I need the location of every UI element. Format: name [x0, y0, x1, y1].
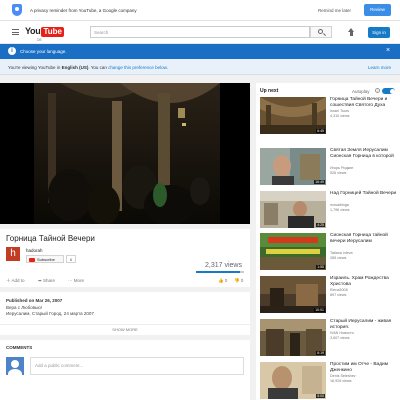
related-title[interactable]: Горница Тайной Вечери и сошествия Святог…: [330, 97, 400, 108]
view-count: 2,317 views: [205, 262, 242, 269]
privacy-message: A privacy reminder from YouTube, a Googl…: [30, 8, 137, 13]
video-player[interactable]: [0, 83, 250, 224]
video-duration: 1:55: [316, 265, 325, 269]
publish-date: Published on Mar 26, 2007: [6, 298, 63, 303]
related-video[interactable]: 4:25 Над Горницей Тайной Вечери mosaikfo…: [260, 191, 400, 228]
search-icon: [318, 29, 323, 34]
comments-section: COMMENTS Add a public comment...: [0, 340, 250, 400]
language-prompt-bar: i Choose your language. ×: [0, 44, 400, 59]
video-thumbnail[interactable]: 10:01: [260, 276, 326, 313]
user-avatar: [6, 357, 24, 375]
video-thumbnail[interactable]: 16:49: [260, 148, 326, 185]
related-title[interactable]: Израиль. Храм Рождества Христова: [330, 276, 400, 287]
video-frame: [0, 83, 250, 224]
video-duration: 6:19: [316, 351, 325, 355]
share-button[interactable]: ➦ Share: [38, 278, 55, 284]
up-next-heading: Up next: [260, 88, 279, 94]
video-duration: 10:01: [314, 308, 325, 312]
close-icon[interactable]: ×: [386, 47, 390, 54]
related-views: 285 views: [330, 256, 347, 260]
autoplay-label: Autoplay: [352, 89, 370, 94]
logo-tube-text: Tube: [41, 27, 64, 37]
related-title[interactable]: Над Горницей Тайной Вечери: [330, 191, 400, 197]
video-info-card: Горница Тайной Вечери h hadorah Subscrib…: [0, 229, 250, 287]
related-channel: IVAN Новости: [330, 331, 354, 335]
video-thumbnail[interactable]: 4:25: [260, 191, 326, 228]
shield-icon: [12, 4, 22, 16]
related-title[interactable]: Старый Иерусалим - живая история.: [330, 319, 400, 330]
comment-input[interactable]: Add a public comment...: [30, 357, 244, 375]
related-views: 3,607 views: [330, 336, 350, 340]
comments-header: COMMENTS: [6, 345, 33, 350]
like-button[interactable]: 👍 0: [218, 278, 227, 284]
sign-in-button[interactable]: Sign in: [368, 27, 390, 38]
related-views: 4,310 views: [330, 114, 350, 118]
related-video[interactable]: 1:55 Сионская Горница тайной вечери Иеру…: [260, 233, 400, 270]
related-channel: Israel Tours: [330, 109, 349, 113]
related-video[interactable]: 16:49 Святая Земля Иерусалим Сионская Го…: [260, 148, 400, 185]
description-card: Published on Mar 26, 2007 Вера с Любовью…: [0, 292, 250, 335]
learn-more-link[interactable]: Learn more: [368, 65, 391, 70]
related-video[interactable]: 6:19 Старый Иерусалим - живая история. I…: [260, 319, 400, 356]
related-title[interactable]: Простим им Отче - Вадим Дженкино: [330, 362, 400, 373]
video-thumbnail[interactable]: 6:45: [260, 97, 326, 134]
video-thumbnail[interactable]: 6:19: [260, 319, 326, 356]
subscribe-button[interactable]: Subscribe: [26, 255, 64, 263]
subscriber-count: 6: [66, 255, 76, 263]
related-title[interactable]: Сионская Горница тайной вечери Иерусалим: [330, 233, 400, 244]
video-duration: 5:00: [316, 394, 325, 398]
video-duration: 16:49: [314, 180, 325, 184]
dislike-button[interactable]: 👎 0: [234, 278, 243, 284]
country-code: DE: [37, 38, 42, 42]
related-views: 526 views: [330, 171, 347, 175]
menu-icon[interactable]: [12, 29, 19, 35]
description-line: Иерусалим, Старый Город, 24 марта 2007: [6, 311, 94, 316]
related-views: 1,796 views: [330, 208, 350, 212]
like-ratio-bar: [196, 271, 244, 273]
privacy-reminder-bar: A privacy reminder from YouTube, a Googl…: [0, 0, 400, 21]
remind-later-link[interactable]: Remind me later: [318, 8, 351, 13]
change-language-link[interactable]: change this preference below: [108, 65, 167, 70]
search-input[interactable]: Search: [90, 26, 310, 38]
related-channel: Tatiana Ivleva: [330, 251, 353, 255]
current-language: English (US): [61, 65, 89, 70]
show-more-button[interactable]: SHOW MORE: [0, 324, 250, 332]
add-to-button[interactable]: ＋ Add to: [6, 278, 25, 284]
related-video[interactable]: 5:00 Простим им Отче - Вадим Дженкино De…: [260, 362, 400, 399]
related-video[interactable]: 10:01 Израиль. Храм Рождества Христова E…: [260, 276, 400, 313]
autoplay-toggle[interactable]: [382, 88, 395, 94]
related-views: 16,926 views: [330, 379, 352, 383]
video-duration: 6:45: [316, 129, 325, 133]
info-icon[interactable]: i: [375, 88, 380, 93]
video-title: Горница Тайной Вечери: [6, 234, 95, 243]
channel-name[interactable]: hadorah: [26, 248, 43, 253]
description-line: Вера с Любовью!: [6, 305, 43, 310]
channel-avatar[interactable]: h: [6, 247, 20, 261]
related-channel: Denis Seleshev: [330, 374, 356, 378]
search-button[interactable]: [310, 26, 332, 38]
video-duration: 4:25: [316, 223, 325, 227]
video-thumbnail[interactable]: 5:00: [260, 362, 326, 399]
language-notice-text: You're viewing YouTube in English (US). …: [8, 65, 168, 70]
language-prompt: Choose your language.: [20, 49, 67, 54]
info-icon: i: [8, 47, 16, 55]
related-video[interactable]: 6:45 Горница Тайной Вечери и сошествия С…: [260, 97, 400, 134]
language-notice: You're viewing YouTube in English (US). …: [0, 59, 400, 75]
review-button[interactable]: Review: [364, 4, 391, 16]
related-sidebar: Up next Autoplay i 6:45 Горница Тайной В…: [256, 83, 400, 400]
related-channel: Elena3008: [330, 288, 348, 292]
masthead: You Tube DE Search Sign in: [0, 21, 400, 44]
upload-icon[interactable]: [347, 28, 355, 37]
related-title[interactable]: Святая Земля Иерусалим Сионская Горница …: [330, 148, 400, 159]
related-views: 897 views: [330, 293, 347, 297]
youtube-logo[interactable]: You Tube DE: [25, 26, 64, 42]
logo-you-text: You: [25, 26, 41, 36]
related-channel: Игорь Ридкин: [330, 166, 354, 170]
more-button[interactable]: ··· More: [68, 278, 84, 283]
related-channel: mosaikfoga: [330, 203, 349, 207]
video-thumbnail[interactable]: 1:55: [260, 233, 326, 270]
